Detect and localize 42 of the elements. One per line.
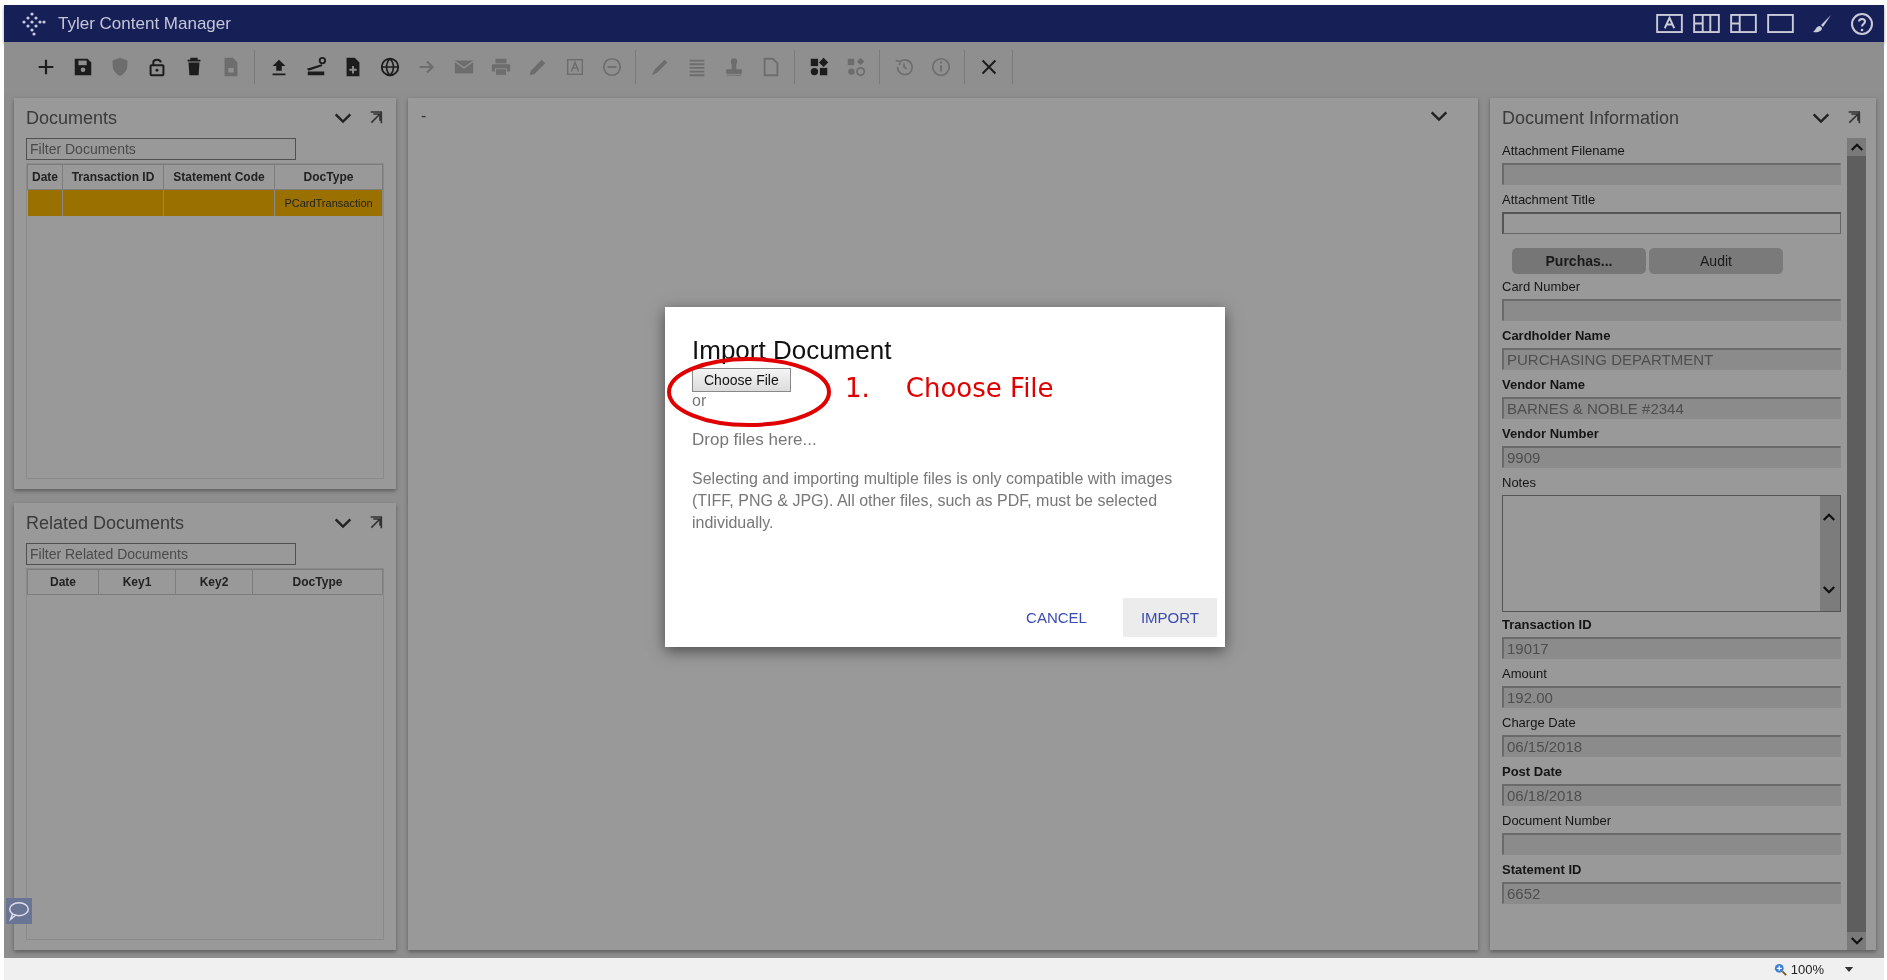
filter-field[interactable]: Filter Related Documents xyxy=(26,543,296,565)
table-row[interactable]: PCardTransaction xyxy=(27,189,383,216)
panel-title: Documents xyxy=(26,107,118,129)
field-label: Amount xyxy=(1502,666,1548,681)
field-label: Vendor Number xyxy=(1502,426,1600,441)
dialog-button[interactable]: CANCEL xyxy=(1008,598,1105,637)
column-header[interactable]: Transaction ID xyxy=(62,164,164,190)
or-text: or xyxy=(692,392,707,410)
viewer-title: - xyxy=(421,107,427,125)
column-header[interactable]: DocType xyxy=(252,569,383,595)
panel-title: Related Documents xyxy=(26,512,185,534)
column-header[interactable]: Statement Code xyxy=(163,164,275,190)
field-label: Attachment Title xyxy=(1502,192,1597,207)
zoom-level[interactable]: 100% xyxy=(1790,961,1824,977)
table-cell: PCardTransaction xyxy=(284,197,373,209)
annotation-number: 1. xyxy=(845,373,870,403)
tab[interactable]: Purchas... xyxy=(1512,248,1646,274)
dialog-title: Import Document xyxy=(692,335,892,366)
filter-field[interactable]: Filter Documents xyxy=(26,138,296,160)
column-header[interactable]: Key1 xyxy=(98,569,176,595)
column-header[interactable]: Date xyxy=(27,569,99,595)
field-label: Charge Date xyxy=(1502,715,1577,730)
field-label: Notes xyxy=(1502,475,1537,490)
field-label: Transaction ID xyxy=(1502,617,1593,632)
annotation-text: Choose File xyxy=(905,373,1054,403)
dialog-button[interactable]: IMPORT xyxy=(1122,598,1217,637)
choose-file-button[interactable]: Choose File xyxy=(692,368,791,392)
drop-zone-text: Drop files here... xyxy=(692,430,817,450)
field-label: Card Number xyxy=(1502,279,1582,294)
column-header[interactable]: DocType xyxy=(274,164,383,190)
field-label: Statement ID xyxy=(1502,862,1583,877)
column-header[interactable]: Date xyxy=(27,164,63,190)
tab[interactable]: Audit xyxy=(1649,248,1783,274)
column-header[interactable]: Key2 xyxy=(175,569,253,595)
dialog-note: Selecting and importing multiple files is only compatible with images (TIFF, PNG & JPG). All other files, such as PDF, must be selected individually. xyxy=(692,469,1174,534)
field-label: Cardholder Name xyxy=(1502,328,1612,343)
field-label: Document Number xyxy=(1502,813,1613,828)
window-title: Tyler Content Manager xyxy=(58,13,231,34)
field-label: Vendor Name xyxy=(1502,377,1587,392)
field-label: Post Date xyxy=(1502,764,1563,779)
field-label: Attachment Filename xyxy=(1502,143,1626,158)
panel-title: Document Information xyxy=(1502,107,1680,129)
